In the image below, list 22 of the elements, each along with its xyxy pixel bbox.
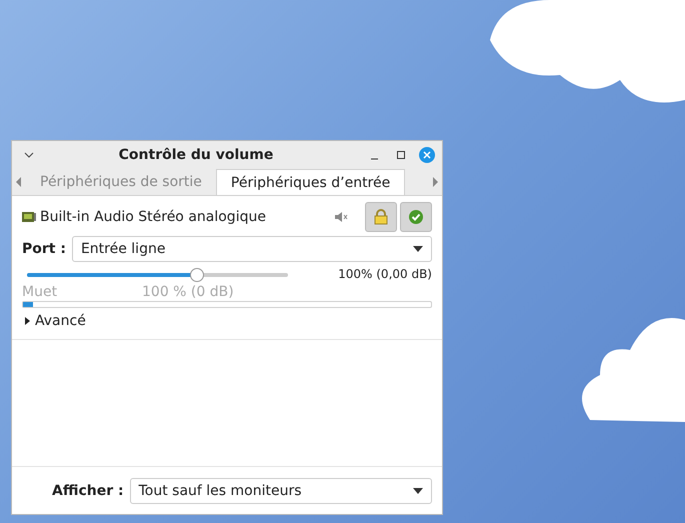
port-label: Port :	[22, 241, 66, 257]
lock-button[interactable]	[365, 202, 397, 232]
close-icon[interactable]	[418, 146, 436, 164]
sound-card-icon	[22, 211, 36, 223]
tab[interactable]: Périphériques d’entrée	[216, 169, 406, 195]
window-title: Contrôle du volume	[118, 147, 274, 163]
speaker-icon[interactable]	[334, 211, 348, 223]
dropdown-arrow-icon	[413, 246, 423, 252]
dropdown-arrow-icon	[413, 488, 423, 494]
check-icon	[408, 209, 424, 225]
slider-mark-label: Muet	[22, 284, 58, 300]
advanced-expander[interactable]: Avancé	[22, 313, 86, 329]
volume-reading: 100% (0,00 dB)	[337, 267, 432, 281]
default-button[interactable]	[400, 202, 432, 232]
slider-mark-label: 100 % (0 dB)	[142, 284, 234, 300]
show-dropdown[interactable]: Tout sauf les moniteurs	[130, 478, 432, 504]
show-label: Afficher :	[52, 483, 124, 499]
port-dropdown[interactable]: Entrée ligne	[72, 236, 432, 262]
padlock-icon	[374, 209, 388, 225]
device-name: Built-in Audio Stéréo analogique	[40, 209, 267, 225]
chevron-down-icon[interactable]	[24, 152, 34, 158]
slider-handle[interactable]	[190, 268, 204, 282]
